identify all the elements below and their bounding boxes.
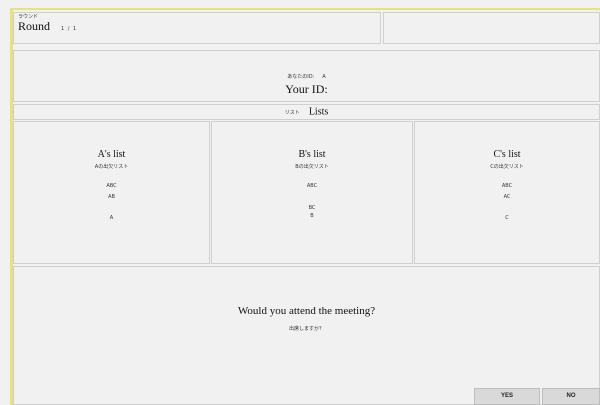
lists-header: リスト Lists [13,104,600,120]
status-panel [383,12,600,44]
list-subtitle: Bの出欠リスト [295,164,329,170]
list-entry: ABC [501,183,513,189]
list-column-c: C's list Cの出欠リスト ABC AC C [414,121,600,264]
list-title: C's list [493,149,521,160]
list-entry: C [505,215,509,221]
list-entry: ABC [306,183,318,189]
yes-button[interactable]: YES [474,388,540,405]
lists-label-jp: リスト [284,109,300,116]
list-entry: AC [503,194,511,200]
round-panel: ラウンド Round 1 / 1 [13,12,381,44]
list-entry: B [310,213,314,219]
list-entry: AB [108,194,115,200]
list-column-b: B's list Bの出欠リスト ABC BC B [211,121,413,264]
list-subtitle: Cの出欠リスト [490,164,524,170]
list-entry: A [109,215,114,221]
identity-label-jp: あなたのID: [287,74,315,80]
list-column-a: A's list Aの出欠リスト ABC AB A [13,121,210,264]
list-title: B's list [298,149,326,160]
question-text-jp: 出席しますか？ [288,326,324,332]
question-text: Would you attend the meeting? [237,305,376,317]
identity-panel: あなたのID: A Your ID: [13,50,600,102]
identity-value: A [322,74,326,80]
window-frame-top [10,8,600,10]
list-entry: BC [308,205,316,211]
question-panel: Would you attend the meeting? 出席しますか？ [13,266,600,405]
list-title: A's list [97,149,126,160]
identity-row-jp: あなたのID: A [14,73,599,80]
identity-label: Your ID: [285,82,328,96]
list-entry: ABC [106,183,117,189]
lists-label: Lists [308,106,329,118]
list-subtitle: Aの出欠リスト [94,164,129,170]
no-button[interactable]: NO [542,388,600,405]
round-counter: 1 / 1 [61,26,78,32]
round-label: Round [18,19,51,33]
